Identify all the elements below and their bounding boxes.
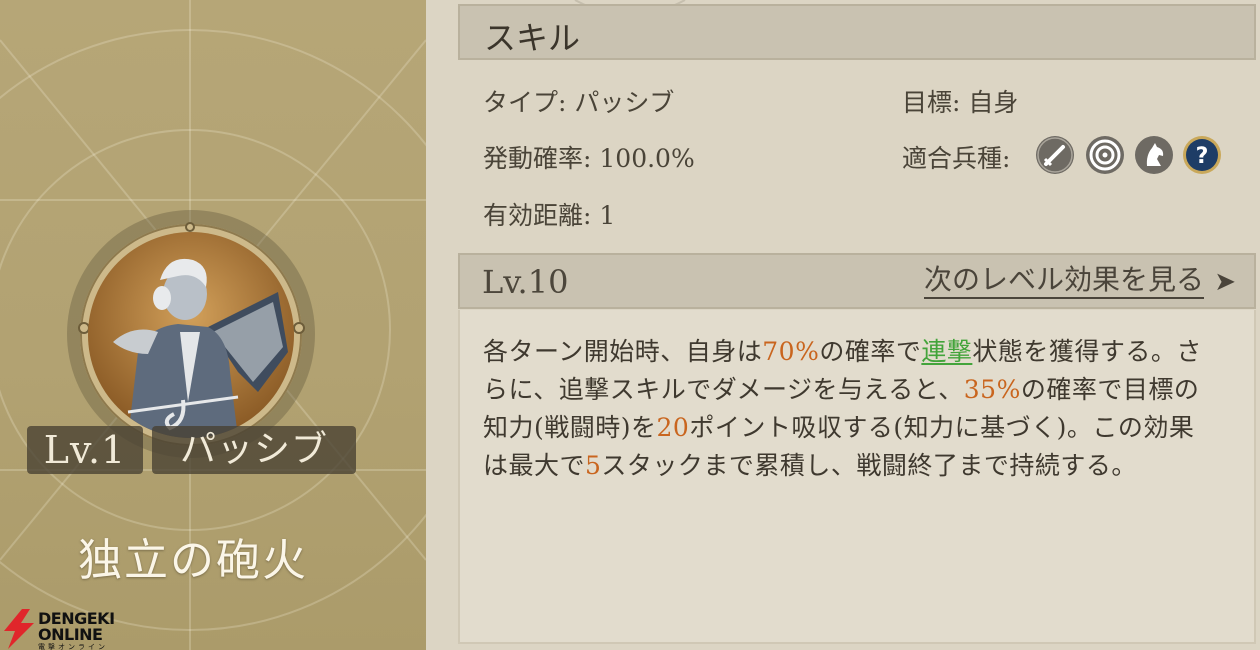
dengeki-online-logo: DENGEKI ONLINE 電撃オンライン [0,603,130,650]
stat-label: タイプ: [483,88,567,117]
level-title: Lv.10 [482,263,569,301]
stat-value: パッシブ [574,88,675,117]
description-text: 各ターン開始時、自身は [483,337,763,366]
svg-text:?: ? [1196,144,1209,169]
frame-knob-right [293,322,305,334]
lightning-icon [4,609,34,649]
section-title: スキル [484,19,581,57]
stat-activation-rate: 発動確率: 100.0% [483,139,695,175]
commander-portrait [88,232,294,438]
skill-description: 各ターン開始時、自身は70%の確率で連撃状態を獲得する。さらに、追撃スキルでダメ… [483,333,1218,485]
highlight-value: 20 [656,413,690,442]
chevron-right-icon[interactable]: ➤ [1214,267,1236,297]
highlight-value: 5 [585,451,602,480]
skill-name: 独立の砲火 [78,535,308,586]
highlight-value: 70% [762,337,820,366]
frame-knob-top [185,222,195,232]
skill-section-header: スキル [458,4,1256,60]
stat-value: 1 [599,201,616,230]
stat-label: 有効距離: [483,201,592,230]
stat-label: 適合兵種: [902,144,1011,173]
stat-value: 100.0% [599,144,695,173]
stat-unit-types: 適合兵種: [902,139,1010,175]
horse-icon[interactable] [1134,135,1174,175]
stat-label: 発動確率: [483,144,592,173]
stat-target: 目標: 自身 [902,83,1018,119]
stat-label: 目標: [902,88,961,117]
description-text: の確率で [819,337,922,366]
highlight-value: 35% [963,375,1021,404]
level-badge: Lv.1 [27,426,143,474]
description-text: スタックまで累積し、戦闘終了まで持続する。 [601,451,1137,480]
sword-icon[interactable] [1035,135,1075,175]
stat-value: 自身 [968,88,1019,117]
next-level-effect-link[interactable]: 次のレベル効果を見る [923,263,1204,299]
stat-type: タイプ: パッシブ [483,83,674,119]
keyword-link[interactable]: 連撃 [921,337,972,366]
level-section-header: Lv.10 次のレベル効果を見る ➤ [458,253,1256,309]
question-icon[interactable]: ? [1182,135,1222,175]
target-icon[interactable] [1085,135,1125,175]
type-badge: パッシブ [152,426,356,474]
stat-range: 有効距離: 1 [483,196,615,232]
skill-card: Lv.1 パッシブ 独立の砲火 DENGEKI ONLINE 電撃オンライン [0,0,426,650]
